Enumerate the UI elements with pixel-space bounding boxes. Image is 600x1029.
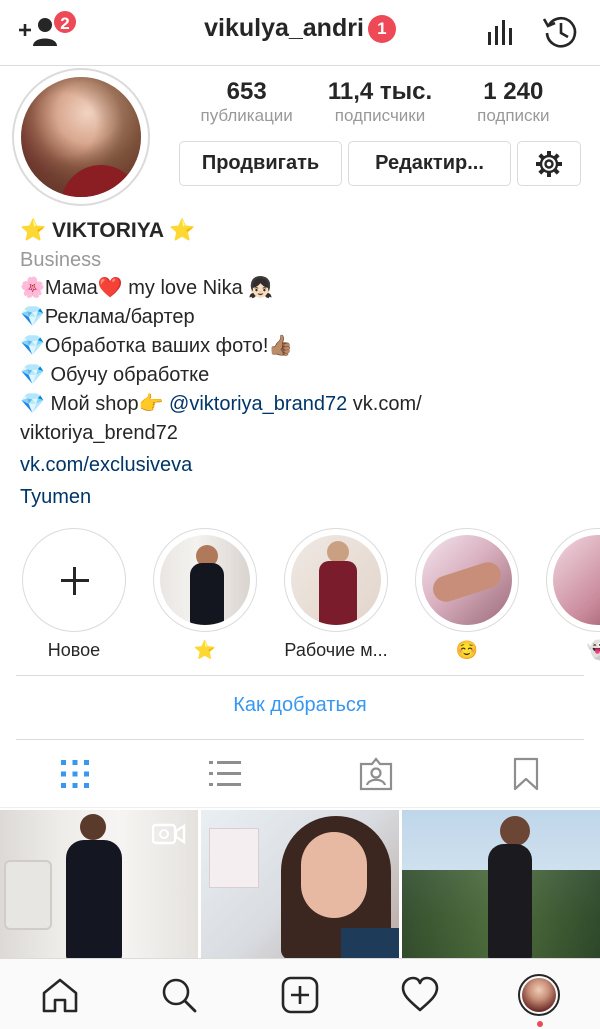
highlight-item[interactable]: ⭐ bbox=[153, 528, 257, 662]
bio-line: 🌸Мама❤️ my love Nika 👧🏻 bbox=[20, 277, 274, 299]
settings-button[interactable] bbox=[517, 141, 581, 186]
highlight-label: ☺️ bbox=[455, 640, 479, 660]
highlight-thumbnail bbox=[291, 535, 381, 625]
highlight-item[interactable]: Рабочие м... bbox=[284, 528, 388, 662]
highlight-ring bbox=[415, 528, 519, 632]
profile-stats: 653 публикации 11,4 тыс. подписчики 1 24… bbox=[180, 78, 580, 126]
stat-label: публикации bbox=[200, 106, 293, 125]
activity-dot bbox=[537, 1021, 543, 1027]
highlight-item[interactable]: 👻 bbox=[546, 528, 600, 662]
highlight-thumbnail bbox=[422, 535, 512, 625]
stats-icon[interactable] bbox=[486, 17, 516, 47]
highlight-label: Новое bbox=[47, 640, 101, 660]
post-thumbnail[interactable] bbox=[402, 810, 600, 960]
stat-value: 1 240 bbox=[483, 78, 544, 105]
username-title[interactable]: vikulya_andri bbox=[204, 14, 364, 42]
grid-icon[interactable] bbox=[57, 756, 93, 792]
top-bar: 2 vikulya_andri 1 bbox=[0, 0, 600, 66]
bio-line-shop: 💎 Мой shop👉 @viktoriya_brand72 vk.com/ bbox=[20, 390, 590, 419]
post-thumbnail[interactable] bbox=[0, 810, 198, 960]
home-icon[interactable] bbox=[41, 976, 79, 1014]
highlight-new[interactable]: Новое bbox=[22, 528, 126, 662]
shop-mention-link[interactable]: @viktoriya_brand72 bbox=[169, 393, 347, 415]
highlight-ring bbox=[546, 528, 600, 632]
promote-button[interactable]: Продвигать bbox=[179, 141, 342, 186]
post-grid bbox=[0, 810, 600, 960]
stat-label: подписчики bbox=[334, 106, 426, 125]
highlight-ring bbox=[153, 528, 257, 632]
highlight-ring bbox=[22, 528, 126, 632]
highlight-ring bbox=[284, 528, 388, 632]
stat-value: 11,4 тыс. bbox=[327, 78, 433, 105]
divider bbox=[16, 675, 584, 676]
stat-value: 653 bbox=[226, 78, 267, 105]
profile-photo bbox=[21, 77, 141, 197]
post-thumbnail[interactable] bbox=[201, 810, 399, 960]
stat-label: подписки bbox=[477, 106, 550, 125]
activity-icon[interactable] bbox=[401, 976, 439, 1014]
profile-avatar-tab[interactable] bbox=[518, 974, 560, 1016]
highlight-item[interactable]: ☺️ bbox=[415, 528, 519, 662]
saved-icon[interactable] bbox=[508, 756, 544, 792]
location-link[interactable]: Tyumen bbox=[20, 482, 590, 512]
highlight-label: 👻 bbox=[586, 640, 600, 660]
avatar bbox=[522, 978, 556, 1012]
bio-line: viktoriya_brend72 bbox=[20, 422, 178, 444]
profile-avatar[interactable] bbox=[12, 68, 150, 206]
list-icon[interactable] bbox=[207, 756, 243, 792]
search-icon[interactable] bbox=[160, 976, 198, 1014]
profile-tabs bbox=[0, 740, 600, 808]
bio-line: 💎Реклама/бартер bbox=[20, 306, 195, 328]
highlight-label: Рабочие м... bbox=[284, 640, 388, 660]
shop-suffix: vk.com/ bbox=[347, 393, 422, 415]
stat-followers[interactable]: 11,4 тыс. подписчики bbox=[313, 78, 446, 126]
business-category: Business bbox=[20, 249, 102, 271]
add-post-icon[interactable] bbox=[281, 976, 319, 1014]
stat-following[interactable]: 1 240 подписки bbox=[447, 78, 580, 126]
edit-profile-button[interactable]: Редактир... bbox=[348, 141, 511, 186]
story-highlights: Новое ⭐ Рабочие м... ☺️ 👻 bbox=[0, 528, 600, 668]
history-icon[interactable] bbox=[541, 13, 579, 51]
website-link[interactable]: vk.com/exclusiveva bbox=[20, 450, 590, 480]
stat-posts[interactable]: 653 публикации bbox=[180, 78, 313, 126]
tagged-icon[interactable] bbox=[358, 756, 394, 792]
highlight-label: ⭐ bbox=[193, 640, 217, 660]
video-icon bbox=[152, 823, 186, 845]
directions-button[interactable]: Как добраться bbox=[0, 694, 600, 717]
account-badge: 1 bbox=[367, 14, 396, 43]
bio-line: 💎 Обучу обработке bbox=[20, 364, 210, 386]
gear-icon bbox=[536, 151, 562, 177]
highlight-thumbnail bbox=[553, 535, 600, 625]
bottom-navigation bbox=[0, 958, 600, 1029]
bio-line: 💎Обработка ваших фото!👍🏽 bbox=[20, 335, 294, 357]
profile-bio: ⭐ VIKTORIYA ⭐ Business 🌸Мама❤️ my love N… bbox=[20, 216, 590, 512]
display-name: ⭐ VIKTORIYA ⭐ bbox=[20, 219, 196, 242]
shop-prefix: 💎 Мой shop👉 bbox=[20, 393, 170, 415]
highlight-thumbnail bbox=[160, 535, 250, 625]
